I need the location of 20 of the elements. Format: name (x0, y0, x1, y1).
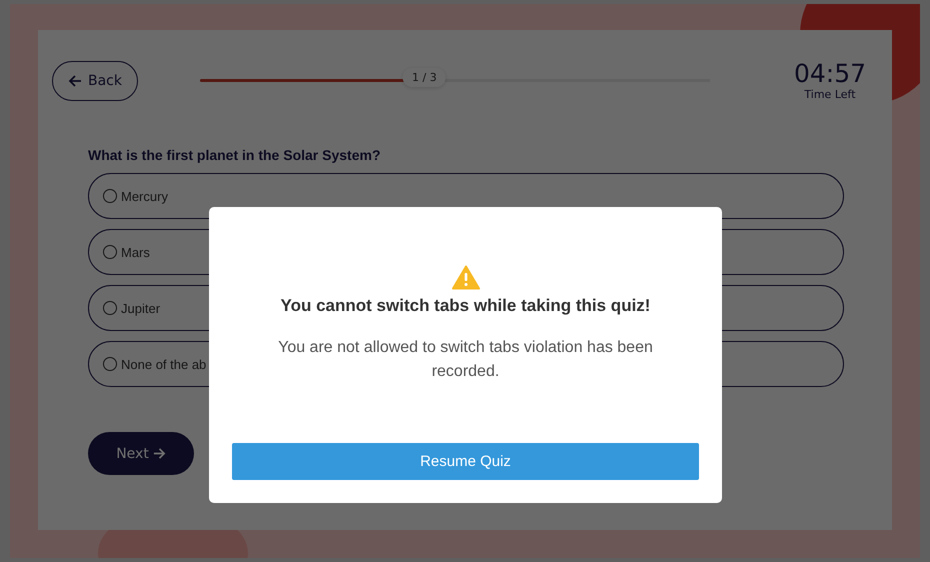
question-text: What is the first planet in the Solar System? (88, 147, 382, 163)
option-label: Mars (121, 244, 150, 260)
option-label: Jupiter (121, 300, 160, 316)
option-label: Mercury (121, 188, 168, 204)
back-button[interactable]: Back (52, 60, 138, 100)
timer: 04:57 (794, 60, 866, 88)
warning-icon (452, 265, 480, 290)
radio-icon (103, 301, 117, 315)
dialog-message: You are not allowed to switch tabs violation has been recorded. (277, 338, 654, 382)
radio-icon (103, 189, 117, 203)
radio-icon (103, 245, 117, 259)
dialog-title: You cannot switch tabs while taking this quiz! (280, 296, 650, 316)
option-label: None of the ab (121, 356, 206, 372)
timer-caption: Time Left (804, 88, 856, 101)
arrow-left-icon (68, 74, 82, 88)
resume-button[interactable]: Resume Quiz (232, 443, 699, 480)
progress-label: 1 / 3 (403, 68, 446, 87)
radio-icon (103, 357, 117, 371)
next-button[interactable]: Next (88, 432, 194, 475)
arrow-right-icon (152, 447, 166, 460)
